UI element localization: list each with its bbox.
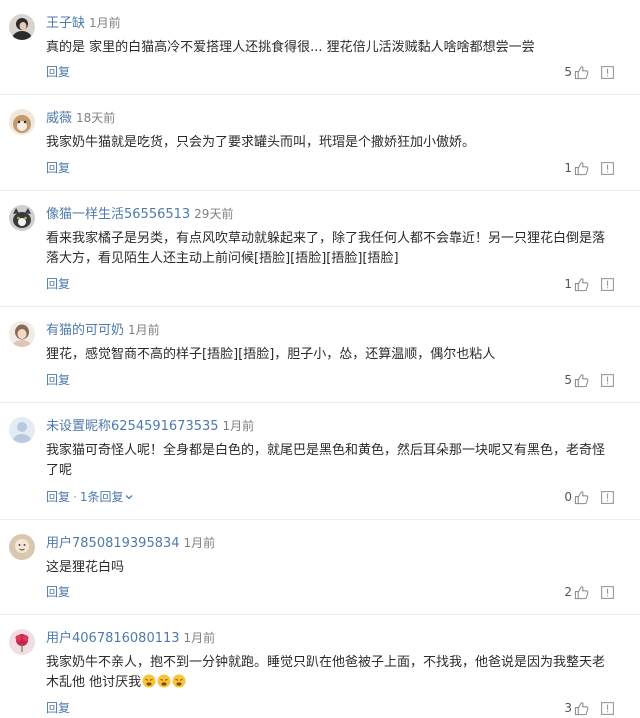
- avatar[interactable]: [9, 14, 35, 40]
- like-count: 5: [564, 373, 572, 387]
- comment-actions: 回复: [46, 63, 70, 81]
- like-count: 5: [564, 65, 572, 79]
- comment-text: 真的是 家里的白猫高冷不爱搭理人还挑食得很... 狸花倍儿活泼贼黏人啥啥都想尝一…: [46, 40, 535, 55]
- comment-time: 1月前: [128, 323, 160, 337]
- author-name[interactable]: 王子缺: [46, 16, 85, 31]
- comment-tools: 1: [564, 275, 614, 293]
- reply-button[interactable]: 回复: [46, 701, 70, 715]
- thumbs-up-icon[interactable]: [574, 161, 589, 176]
- thumbs-up-icon[interactable]: [574, 373, 589, 388]
- comment-actions: 回复: [46, 699, 70, 717]
- author-name[interactable]: 有猫的可可奶: [46, 323, 124, 338]
- avatar[interactable]: [9, 205, 35, 231]
- reply-button[interactable]: 回复: [46, 161, 70, 175]
- avatar[interactable]: [9, 629, 35, 655]
- author-name[interactable]: 像猫一样生活56556513: [46, 207, 190, 222]
- comment-tools: 3: [564, 699, 614, 717]
- comment-tools: 5: [564, 63, 614, 81]
- comment-item: 王子缺 1月前 真的是 家里的白猫高冷不爱搭理人还挑食得很... 狸花倍儿活泼贼黏…: [0, 0, 640, 95]
- thumbs-up-icon[interactable]: [574, 277, 589, 292]
- comment-time: 1月前: [222, 419, 255, 433]
- comment-header: 用户4067816080113 1月前: [46, 629, 215, 647]
- like-count: 2: [564, 585, 572, 599]
- comment-text: 狸花，感觉智商不高的样子[捂脸][捂脸]，胆子小，怂，还算温顺，偶尔也粘人: [46, 347, 496, 362]
- comment-header: 像猫一样生活56556513 29天前: [46, 205, 233, 223]
- avatar[interactable]: [9, 417, 35, 443]
- comment-time: 1月前: [89, 16, 121, 30]
- author-name[interactable]: 威薇: [46, 111, 72, 126]
- comment-text: 这是狸花白吗: [46, 560, 125, 575]
- report-icon[interactable]: [601, 585, 614, 599]
- comment-actions: 回复 · 1条回复: [46, 488, 134, 506]
- comment-item: 有猫的可可奶 1月前 狸花，感觉智商不高的样子[捂脸][捂脸]，胆子小，怂，还算温…: [0, 307, 640, 403]
- reply-button[interactable]: 回复: [46, 585, 70, 599]
- exasperated-emoji-icon: [157, 674, 171, 688]
- chevron-down-icon: [126, 495, 133, 500]
- report-icon[interactable]: [601, 490, 614, 504]
- comment-time: 1月前: [183, 536, 216, 550]
- avatar[interactable]: [9, 321, 35, 347]
- report-icon[interactable]: [601, 277, 614, 291]
- comment-text: 我家猫可奇怪人呢！全身都是白色的，就尾巴是黑色和黄色，然后耳朵那一块呢又有黑色，…: [46, 443, 606, 478]
- report-icon[interactable]: [601, 373, 614, 387]
- comment-item: 威薇 18天前 我家奶牛猫就是吃货，只会为了要求罐头而叫，玳瑁是个撒娇狂加小傲娇。…: [0, 95, 640, 191]
- avatar[interactable]: [9, 109, 35, 135]
- comment-item: 用户4067816080113 1月前 我家奶牛不亲人，抱不到一分钟就跑。睡觉只趴…: [0, 615, 640, 718]
- thumbs-up-icon[interactable]: [574, 65, 589, 80]
- view-replies-button[interactable]: 1条回复: [80, 490, 135, 504]
- like-count: 3: [564, 701, 572, 715]
- comment-header: 有猫的可可奶 1月前: [46, 321, 160, 339]
- report-icon[interactable]: [601, 701, 614, 715]
- author-name[interactable]: 用户4067816080113: [46, 631, 180, 646]
- thumbs-up-icon[interactable]: [574, 701, 589, 716]
- thumbs-up-icon[interactable]: [574, 585, 589, 600]
- thumbs-up-icon[interactable]: [574, 490, 589, 505]
- report-icon[interactable]: [601, 161, 614, 175]
- comment-actions: 回复: [46, 371, 70, 389]
- separator-dot: ·: [73, 490, 77, 504]
- comment-header: 威薇 18天前: [46, 109, 115, 127]
- author-name[interactable]: 未设置昵称6254591673535: [46, 419, 219, 434]
- comment-actions: 回复: [46, 159, 70, 177]
- comment-time: 29天前: [194, 207, 234, 221]
- author-name[interactable]: 用户7850819395834: [46, 536, 180, 551]
- comment-tools: 2: [564, 583, 614, 601]
- reply-button[interactable]: 回复: [46, 277, 70, 291]
- comment-list: 王子缺 1月前 真的是 家里的白猫高冷不爱搭理人还挑食得很... 狸花倍儿活泼贼黏…: [0, 0, 640, 718]
- reply-button[interactable]: 回复: [46, 373, 70, 387]
- reply-button[interactable]: 回复: [46, 65, 70, 79]
- comment-item: 未设置昵称6254591673535 1月前 我家猫可奇怪人呢！全身都是白色的，就…: [0, 403, 640, 520]
- comment-item: 像猫一样生活56556513 29天前 看来我家橘子是另类，有点风吹草动就躲起来了…: [0, 191, 640, 307]
- comment-header: 王子缺 1月前: [46, 14, 121, 32]
- like-count: 0: [564, 490, 572, 504]
- comment-tools: 0: [564, 488, 614, 506]
- report-icon[interactable]: [601, 65, 614, 79]
- comment-time: 1月前: [183, 631, 216, 645]
- comment-actions: 回复: [46, 583, 70, 601]
- comment-item: 用户7850819395834 1月前 这是狸花白吗 回复 2: [0, 520, 640, 615]
- comment-header: 未设置昵称6254591673535 1月前: [46, 417, 254, 435]
- comment-text: 看来我家橘子是另类，有点风吹草动就躲起来了，除了我任何人都不会靠近！另一只狸花白…: [46, 231, 606, 266]
- comment-time: 18天前: [76, 111, 116, 125]
- like-count: 1: [564, 161, 572, 175]
- comment-text: 我家奶牛不亲人，抱不到一分钟就跑。睡觉只趴在他爸被子上面，不找我，他爸说是因为我…: [46, 653, 614, 693]
- comment-actions: 回复: [46, 275, 70, 293]
- comment-tools: 5: [564, 371, 614, 389]
- comment-header: 用户7850819395834 1月前: [46, 534, 215, 552]
- exasperated-emoji-icon: [142, 674, 156, 688]
- comment-tools: 1: [564, 159, 614, 177]
- comment-text-content: 我家奶牛不亲人，抱不到一分钟就跑。睡觉只趴在他爸被子上面，不找我，他爸说是因为我…: [46, 655, 606, 690]
- replies-count-label: 1条回复: [79, 490, 124, 504]
- like-count: 1: [564, 277, 572, 291]
- exasperated-emoji-icon: [172, 674, 186, 688]
- avatar[interactable]: [9, 534, 35, 560]
- comment-text: 我家奶牛猫就是吃货，只会为了要求罐头而叫，玳瑁是个撒娇狂加小傲娇。: [46, 135, 476, 150]
- reply-button[interactable]: 回复: [46, 490, 70, 504]
